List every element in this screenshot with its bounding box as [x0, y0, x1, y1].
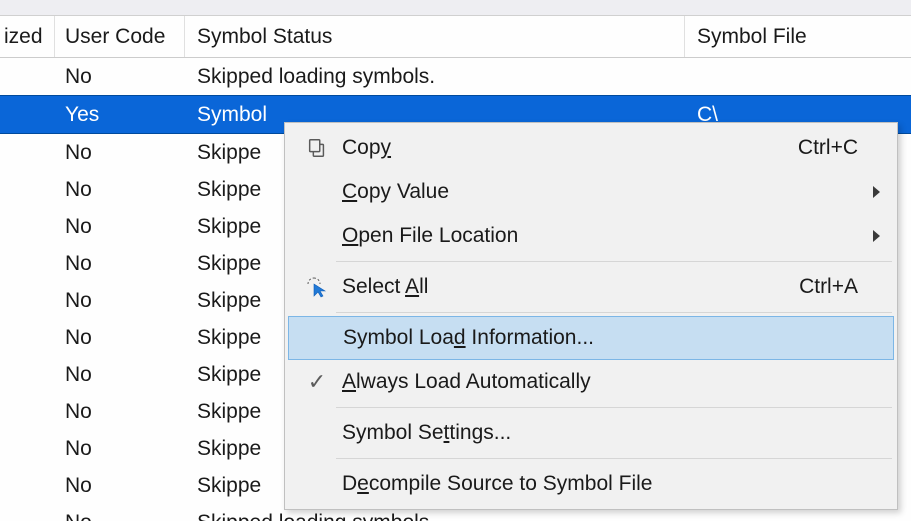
- menu-separator: [336, 407, 892, 408]
- menu-item-symbol-load-information[interactable]: Symbol Load Information...: [288, 316, 894, 360]
- menu-label-select-all: Select All: [338, 275, 799, 299]
- menu-item-open-file-location[interactable]: Open File Location: [288, 214, 894, 258]
- cell-user-code: No: [55, 363, 185, 387]
- column-header-optimized-partial[interactable]: ized: [0, 16, 55, 57]
- menu-label-copy: Copy: [338, 136, 798, 160]
- cell-user-code: Yes: [55, 103, 185, 127]
- cell-user-code: No: [55, 437, 185, 461]
- copy-icon: [296, 137, 338, 159]
- menu-separator: [336, 312, 892, 313]
- menu-item-copy[interactable]: Copy Ctrl+C: [288, 126, 894, 170]
- window-toolbar-strip: [0, 0, 911, 16]
- column-header-user-code[interactable]: User Code: [55, 16, 185, 57]
- menu-shortcut-select-all: Ctrl+A: [799, 275, 894, 299]
- menu-label-open-file-location: Open File Location: [338, 224, 894, 248]
- menu-separator: [336, 261, 892, 262]
- cell-user-code: No: [55, 65, 185, 89]
- menu-label-always-load-automatically: Always Load Automatically: [338, 370, 894, 394]
- context-menu: Copy Ctrl+C Copy Value Open File Locatio…: [284, 122, 898, 510]
- menu-item-decompile-source[interactable]: Decompile Source to Symbol File: [288, 462, 894, 506]
- column-header-symbol-file[interactable]: Symbol File: [685, 16, 911, 57]
- menu-item-copy-value[interactable]: Copy Value: [288, 170, 894, 214]
- menu-label-symbol-settings: Symbol Settings...: [338, 421, 894, 445]
- menu-shortcut-copy: Ctrl+C: [798, 136, 894, 160]
- menu-item-symbol-settings[interactable]: Symbol Settings...: [288, 411, 894, 455]
- menu-label-copy-value: Copy Value: [338, 180, 894, 204]
- column-header-symbol-status[interactable]: Symbol Status: [185, 16, 685, 57]
- menu-separator: [336, 458, 892, 459]
- cell-user-code: No: [55, 141, 185, 165]
- checkmark-icon: ✓: [296, 369, 338, 395]
- cell-user-code: No: [55, 400, 185, 424]
- menu-label-decompile-source: Decompile Source to Symbol File: [338, 472, 894, 496]
- cell-user-code: No: [55, 252, 185, 276]
- submenu-arrow-icon: [873, 230, 880, 242]
- cell-user-code: No: [55, 511, 185, 521]
- cell-user-code: No: [55, 289, 185, 313]
- select-all-cursor-icon: [296, 275, 338, 299]
- table-header-row: ized User Code Symbol Status Symbol File: [0, 16, 911, 58]
- menu-label-symbol-load-information: Symbol Load Information...: [339, 326, 893, 350]
- menu-item-select-all[interactable]: Select All Ctrl+A: [288, 265, 894, 309]
- table-row[interactable]: NoSkipped loading symbols.: [0, 58, 911, 95]
- cell-user-code: No: [55, 178, 185, 202]
- cell-user-code: No: [55, 215, 185, 239]
- submenu-arrow-icon: [873, 186, 880, 198]
- menu-item-always-load-automatically[interactable]: ✓ Always Load Automatically: [288, 360, 894, 404]
- cell-symbol-status: Skipped loading symbols.: [185, 65, 685, 89]
- cell-symbol-status: Skipped loading symbols.: [185, 511, 685, 521]
- cell-user-code: No: [55, 474, 185, 498]
- cell-user-code: No: [55, 326, 185, 350]
